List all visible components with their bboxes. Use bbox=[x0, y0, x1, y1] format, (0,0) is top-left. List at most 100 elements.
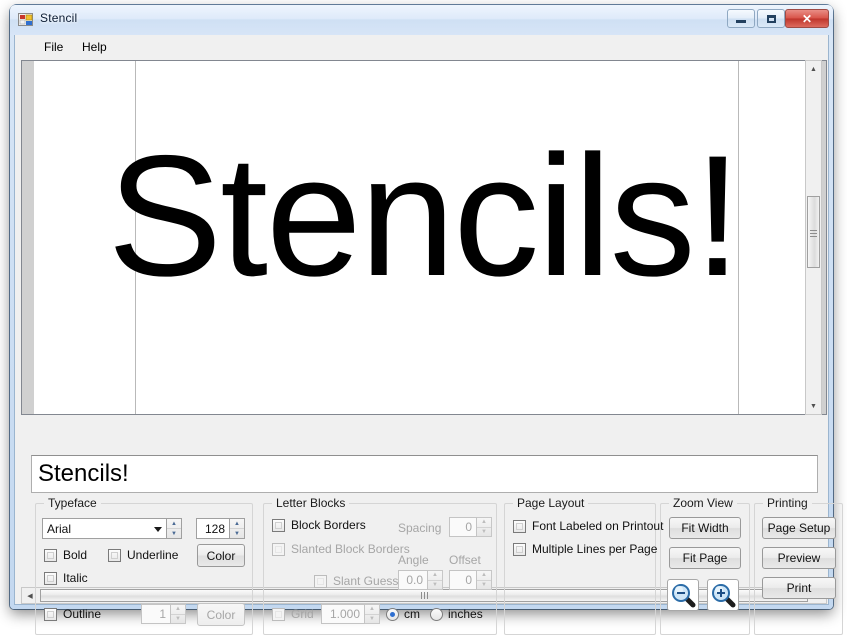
angle-field[interactable]: 0.0 bbox=[398, 570, 428, 590]
minimize-button[interactable] bbox=[727, 9, 755, 28]
page-setup-label: Page Setup bbox=[768, 521, 831, 535]
letter-blocks-group: Letter Blocks Block Borders Spacing 0 ▲ … bbox=[263, 503, 497, 635]
close-icon: ✕ bbox=[786, 10, 828, 27]
spinner-up-icon[interactable]: ▲ bbox=[365, 605, 379, 615]
spinner-down-icon[interactable]: ▼ bbox=[477, 581, 491, 590]
spacing-value: 0 bbox=[465, 520, 472, 534]
multiple-lines-checkbox[interactable]: Multiple Lines per Page bbox=[513, 542, 657, 556]
fit-page-label: Fit Page bbox=[683, 551, 728, 565]
title-bar[interactable]: Stencil ✕ bbox=[10, 5, 833, 35]
unit-cm-radio[interactable]: cm bbox=[386, 607, 420, 621]
angle-label: Angle bbox=[398, 553, 429, 567]
checkbox-icon bbox=[513, 520, 526, 533]
unit-inches-radio[interactable]: inches bbox=[430, 607, 483, 621]
zoom-view-group: Zoom View Fit Width Fit Page bbox=[660, 503, 750, 635]
vertical-scrollbar[interactable]: ▲ ▼ bbox=[805, 60, 822, 415]
preview-button[interactable]: Preview bbox=[762, 547, 836, 569]
block-borders-checkbox[interactable]: Block Borders bbox=[272, 518, 366, 532]
checkbox-icon bbox=[314, 575, 327, 588]
slanted-block-borders-checkbox[interactable]: Slanted Block Borders bbox=[272, 542, 410, 556]
page-layout-group-title: Page Layout bbox=[513, 496, 588, 510]
font-size-field[interactable]: 128 bbox=[196, 518, 230, 539]
spinner-up-icon[interactable]: ▲ bbox=[171, 605, 185, 615]
spinner-down-icon[interactable]: ▼ bbox=[428, 581, 442, 590]
grid-checkbox[interactable]: Grid bbox=[272, 607, 314, 621]
angle-spinner[interactable]: ▲ ▼ bbox=[428, 570, 443, 590]
outline-width-spinner[interactable]: ▲ ▼ bbox=[171, 604, 186, 624]
slanted-block-borders-label: Slanted Block Borders bbox=[291, 542, 410, 556]
app-icon bbox=[18, 12, 34, 28]
offset-field[interactable]: 0 bbox=[449, 570, 477, 590]
magnifier-minus-icon bbox=[668, 580, 698, 610]
app-window: Stencil ✕ File Help Stencils! bbox=[10, 5, 833, 609]
offset-label: Offset bbox=[449, 553, 481, 567]
page-layout-group: Page Layout Font Labeled on Printout Mul… bbox=[504, 503, 656, 635]
font-color-button[interactable]: Color bbox=[197, 544, 245, 567]
vertical-scrollbar-thumb[interactable] bbox=[807, 196, 820, 268]
maximize-icon bbox=[758, 10, 784, 27]
grid-size-spinner[interactable]: ▲ ▼ bbox=[365, 604, 380, 624]
grid-size-value: 1.000 bbox=[330, 607, 360, 621]
spinner-down-icon[interactable]: ▼ bbox=[230, 529, 244, 538]
spacing-spinner[interactable]: ▲ ▼ bbox=[477, 517, 492, 537]
print-label: Print bbox=[787, 581, 812, 595]
font-family-spinner[interactable]: ▲ ▼ bbox=[167, 518, 182, 539]
outline-color-label: Color bbox=[207, 608, 236, 622]
fit-width-button[interactable]: Fit Width bbox=[669, 517, 741, 539]
menu-bar: File Help bbox=[15, 35, 828, 57]
preview-page: Stencils! bbox=[34, 61, 813, 414]
bold-label: Bold bbox=[63, 548, 87, 562]
spinner-up-icon[interactable]: ▲ bbox=[477, 571, 491, 581]
radio-icon bbox=[430, 608, 443, 621]
maximize-button[interactable] bbox=[757, 9, 785, 28]
typeface-group-title: Typeface bbox=[44, 496, 101, 510]
offset-value: 0 bbox=[465, 573, 472, 587]
checkbox-icon bbox=[44, 572, 57, 585]
checkbox-icon bbox=[272, 519, 285, 532]
outline-checkbox[interactable]: Outline bbox=[44, 607, 101, 621]
underline-label: Underline bbox=[127, 548, 178, 562]
checkbox-icon bbox=[272, 608, 285, 621]
scroll-down-arrow-icon[interactable]: ▼ bbox=[806, 398, 821, 414]
underline-checkbox[interactable]: Underline bbox=[108, 548, 178, 562]
stencil-preview-panel[interactable]: Stencils! bbox=[21, 60, 827, 415]
unit-inches-label: inches bbox=[448, 607, 483, 621]
spinner-down-icon[interactable]: ▼ bbox=[167, 529, 181, 538]
stencil-text-input[interactable]: Stencils! bbox=[31, 455, 818, 493]
outline-color-button[interactable]: Color bbox=[197, 603, 245, 626]
font-labeled-label: Font Labeled on Printout bbox=[532, 519, 663, 533]
zoom-in-button[interactable] bbox=[707, 579, 739, 611]
zoom-out-button[interactable] bbox=[667, 579, 699, 611]
font-labeled-checkbox[interactable]: Font Labeled on Printout bbox=[513, 519, 663, 533]
spinner-down-icon[interactable]: ▼ bbox=[171, 615, 185, 624]
menu-item-help[interactable]: Help bbox=[75, 38, 114, 56]
menu-item-file[interactable]: File bbox=[37, 38, 70, 56]
grid-size-field[interactable]: 1.000 bbox=[321, 604, 365, 624]
font-color-label: Color bbox=[207, 549, 236, 563]
stencil-preview-text: Stencils! bbox=[34, 146, 813, 287]
spinner-down-icon[interactable]: ▼ bbox=[477, 528, 491, 537]
close-button[interactable]: ✕ bbox=[785, 9, 829, 28]
font-size-spinner[interactable]: ▲ ▼ bbox=[230, 518, 245, 539]
page-setup-button[interactable]: Page Setup bbox=[762, 517, 836, 539]
letter-blocks-group-title: Letter Blocks bbox=[272, 496, 349, 510]
scroll-up-arrow-icon[interactable]: ▲ bbox=[806, 61, 821, 77]
block-borders-label: Block Borders bbox=[291, 518, 366, 532]
bold-checkbox[interactable]: Bold bbox=[44, 548, 87, 562]
spinner-down-icon[interactable]: ▼ bbox=[365, 615, 379, 624]
spacing-field[interactable]: 0 bbox=[449, 517, 477, 537]
checkbox-icon bbox=[44, 608, 57, 621]
slant-guess-checkbox[interactable]: Slant Guess bbox=[314, 574, 398, 588]
offset-spinner[interactable]: ▲ ▼ bbox=[477, 570, 492, 590]
spinner-up-icon[interactable]: ▲ bbox=[167, 519, 181, 529]
font-family-combobox[interactable]: Arial bbox=[42, 518, 167, 539]
spinner-up-icon[interactable]: ▲ bbox=[428, 571, 442, 581]
outline-width-field[interactable]: 1 bbox=[141, 604, 171, 624]
checkbox-icon bbox=[272, 543, 285, 556]
print-button[interactable]: Print bbox=[762, 577, 836, 599]
italic-checkbox[interactable]: Italic bbox=[44, 571, 88, 585]
spinner-up-icon[interactable]: ▲ bbox=[477, 518, 491, 528]
spinner-up-icon[interactable]: ▲ bbox=[230, 519, 244, 529]
fit-page-button[interactable]: Fit Page bbox=[669, 547, 741, 569]
minimize-icon bbox=[728, 10, 754, 27]
